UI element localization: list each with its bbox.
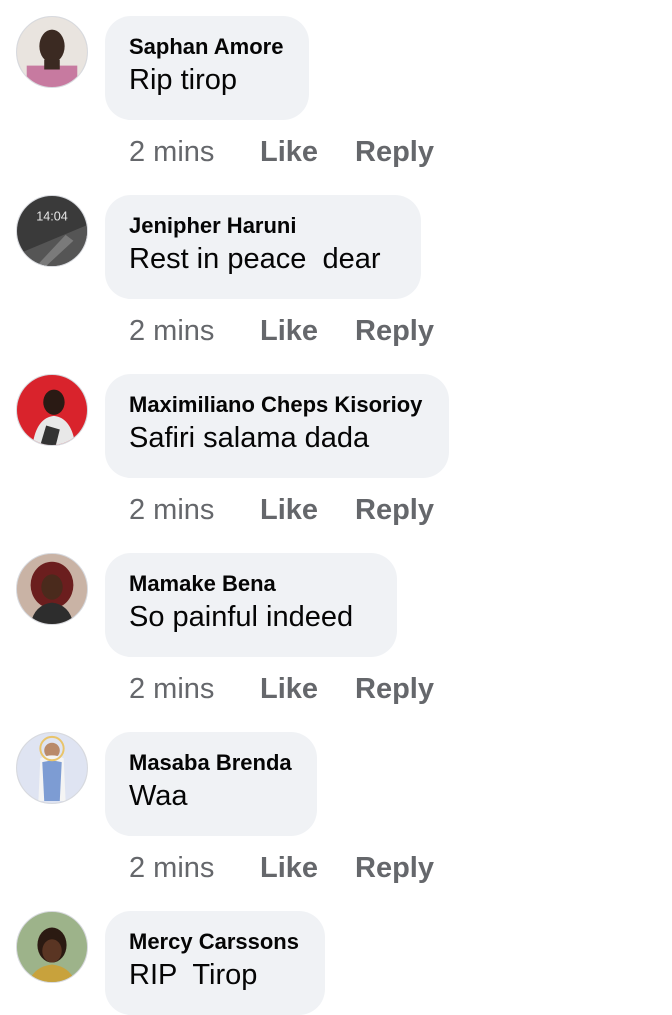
comment-time[interactable]: 2 mins bbox=[129, 671, 260, 707]
comment-time[interactable]: 2 mins bbox=[129, 313, 260, 349]
comment-bubble: Masaba Brenda Waa bbox=[105, 732, 317, 836]
comment-bubble: Jenipher Haruni Rest in peace dear bbox=[105, 195, 421, 299]
like-button[interactable]: Like bbox=[260, 850, 355, 886]
comment-bubble: Mamake Bena So painful indeed bbox=[105, 553, 397, 657]
reply-button[interactable]: Reply bbox=[355, 671, 434, 707]
comment-text: So painful indeed bbox=[129, 601, 354, 633]
comment-text: Waa bbox=[129, 780, 188, 812]
comment-meta: 2 mins Like Reply bbox=[129, 492, 434, 528]
avatar[interactable] bbox=[16, 553, 88, 625]
comment-meta: 2 mins Like Reply bbox=[129, 671, 434, 707]
reply-button[interactable]: Reply bbox=[355, 134, 434, 170]
comment-meta: 2 mins Like Reply bbox=[129, 850, 434, 886]
like-button[interactable]: Like bbox=[260, 313, 355, 349]
like-button[interactable]: Like bbox=[260, 492, 355, 528]
avatar[interactable] bbox=[16, 16, 88, 88]
comment-author[interactable]: Jenipher Haruni bbox=[129, 213, 397, 239]
comment-text: Rip tirop bbox=[129, 64, 237, 96]
comment-text: RIP Tirop bbox=[129, 959, 258, 991]
comment-bubble: Saphan Amore Rip tirop bbox=[105, 16, 309, 120]
comment-author[interactable]: Saphan Amore bbox=[129, 34, 285, 60]
comment-time[interactable]: 2 mins bbox=[129, 850, 260, 886]
comment-text: Rest in peace dear bbox=[129, 243, 381, 275]
avatar[interactable] bbox=[16, 911, 88, 983]
like-button[interactable]: Like bbox=[260, 134, 355, 170]
comment-meta: 2 mins Like Reply bbox=[129, 313, 434, 349]
reply-button[interactable]: Reply bbox=[355, 850, 434, 886]
comment-bubble: Mercy Carssons RIP Tirop bbox=[105, 911, 325, 1015]
reply-button[interactable]: Reply bbox=[355, 313, 434, 349]
comment-time[interactable]: 2 mins bbox=[129, 134, 260, 170]
avatar[interactable] bbox=[16, 374, 88, 446]
comment-author[interactable]: Mamake Bena bbox=[129, 571, 373, 597]
avatar[interactable] bbox=[16, 732, 88, 804]
avatar[interactable]: 14:04 bbox=[16, 195, 88, 267]
avatar-time-text: 14:04 bbox=[36, 209, 68, 223]
comment-text: Safiri salama dada bbox=[129, 422, 370, 454]
comment-author[interactable]: Masaba Brenda bbox=[129, 750, 293, 776]
comment-bubble: Maximiliano Cheps Kisorioy Safiri salama… bbox=[105, 374, 449, 478]
comment-time[interactable]: 2 mins bbox=[129, 492, 260, 528]
comment-meta: 2 mins Like Reply bbox=[129, 134, 434, 170]
like-button[interactable]: Like bbox=[260, 671, 355, 707]
comment-author[interactable]: Maximiliano Cheps Kisorioy bbox=[129, 392, 425, 418]
reply-button[interactable]: Reply bbox=[355, 492, 434, 528]
comment-author[interactable]: Mercy Carssons bbox=[129, 929, 301, 955]
